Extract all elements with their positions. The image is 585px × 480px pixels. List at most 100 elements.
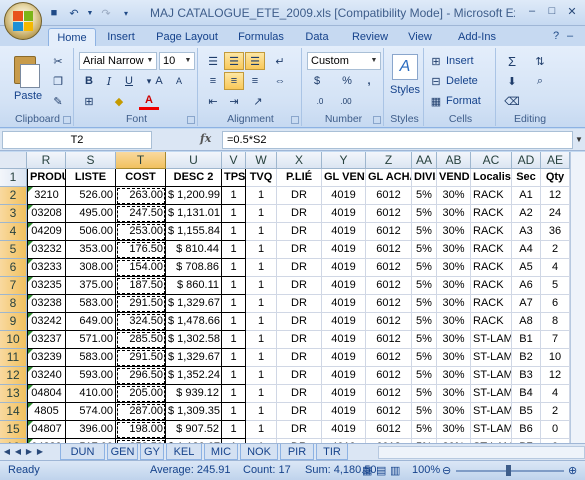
row-header[interactable]: 12 <box>0 367 27 385</box>
table-cell[interactable]: DR <box>277 403 322 421</box>
sheet-tab-mic[interactable]: MIC <box>204 444 238 460</box>
table-cell[interactable]: 324.50 <box>116 313 166 331</box>
table-cell[interactable]: 1 <box>246 385 277 403</box>
table-cell[interactable]: ST-LAME <box>471 385 512 403</box>
table-cell[interactable]: DR <box>277 295 322 313</box>
column-header-y[interactable]: Y <box>322 152 366 169</box>
table-cell[interactable]: 24 <box>541 205 570 223</box>
table-cell[interactable]: 308.00 <box>66 259 116 277</box>
row-header[interactable]: 1 <box>0 169 27 187</box>
increase-decimal-icon[interactable]: .0 <box>310 92 330 110</box>
table-cell[interactable]: 1 <box>222 277 246 295</box>
table-cell[interactable]: 291.50 <box>116 295 166 313</box>
table-cell[interactable]: 30% <box>437 241 471 259</box>
table-cell[interactable]: 4805 <box>27 403 66 421</box>
zoom-out-icon[interactable]: ⊖ <box>442 464 451 477</box>
table-cell[interactable]: ST-LAME <box>471 349 512 367</box>
zoom-level[interactable]: 100% <box>412 464 440 476</box>
column-header-r[interactable]: R <box>27 152 66 169</box>
table-cell[interactable]: $ 1,302.58 <box>166 331 222 349</box>
table-cell[interactable]: 12 <box>541 187 570 205</box>
currency-button[interactable]: $ <box>307 72 327 90</box>
row-header[interactable]: 6 <box>0 259 27 277</box>
table-cell[interactable]: 03233 <box>27 259 66 277</box>
table-cell[interactable]: 4019 <box>322 421 366 439</box>
column-header-ae[interactable]: AE <box>541 152 570 169</box>
table-cell[interactable]: B1 <box>512 331 541 349</box>
column-title-cell[interactable]: TPS <box>222 169 246 187</box>
save-icon[interactable]: ■ <box>46 5 62 21</box>
sheet-tab-pir[interactable]: PIR <box>280 444 314 460</box>
table-cell[interactable]: 5% <box>412 259 437 277</box>
table-cell[interactable]: DR <box>277 277 322 295</box>
table-cell[interactable]: 8 <box>541 313 570 331</box>
table-cell[interactable]: 5% <box>412 205 437 223</box>
table-cell[interactable]: 36 <box>541 223 570 241</box>
font-size-combo[interactable]: 10 ▼ <box>159 52 195 70</box>
column-title-cell[interactable]: PRODUI <box>27 169 66 187</box>
tab-add-ins[interactable]: Add-Ins <box>450 28 504 46</box>
table-cell[interactable]: 1 <box>246 277 277 295</box>
table-cell[interactable]: 1 <box>222 295 246 313</box>
column-title-cell[interactable]: P.LIÉ <box>277 169 322 187</box>
page-break-view-icon[interactable]: ▥ <box>390 464 400 477</box>
table-cell[interactable]: 03242 <box>27 313 66 331</box>
styles-button-label[interactable]: Styles <box>390 84 420 96</box>
table-cell[interactable]: A5 <box>512 259 541 277</box>
table-cell[interactable]: 6012 <box>366 295 412 313</box>
column-header-ab[interactable]: AB <box>437 152 471 169</box>
table-cell[interactable]: $ 907.52 <box>166 421 222 439</box>
last-sheet-icon[interactable]: ▶ <box>35 445 45 459</box>
table-cell[interactable]: 30% <box>437 313 471 331</box>
zoom-slider-thumb[interactable] <box>506 465 511 476</box>
table-cell[interactable]: ST-LAME <box>471 421 512 439</box>
table-cell[interactable]: 1 <box>246 367 277 385</box>
table-cell[interactable]: 04804 <box>27 385 66 403</box>
table-cell[interactable]: 30% <box>437 259 471 277</box>
comma-button[interactable]: , <box>359 72 379 90</box>
table-cell[interactable]: 0 <box>541 421 570 439</box>
table-cell[interactable]: 03208 <box>27 205 66 223</box>
table-cell[interactable]: 30% <box>437 367 471 385</box>
table-cell[interactable]: DR <box>277 187 322 205</box>
font-name-combo[interactable]: Arial Narrow ▼ <box>79 52 157 70</box>
table-cell[interactable]: 5 <box>541 277 570 295</box>
table-cell[interactable]: 1 <box>222 205 246 223</box>
column-title-cell[interactable]: TVQ <box>246 169 277 187</box>
table-cell[interactable]: ST-LAME <box>471 367 512 385</box>
table-cell[interactable]: RACK <box>471 313 512 331</box>
align-center-icon[interactable]: ≡ <box>224 72 244 90</box>
table-cell[interactable]: B4 <box>512 385 541 403</box>
table-cell[interactable]: 10 <box>541 349 570 367</box>
next-sheet-icon[interactable]: ▶ <box>24 445 34 459</box>
column-title-cell[interactable]: DIVIS <box>412 169 437 187</box>
font-color-icon[interactable]: A <box>139 92 159 110</box>
table-cell[interactable]: 4019 <box>322 187 366 205</box>
table-cell[interactable]: A1 <box>512 187 541 205</box>
table-cell[interactable]: 30% <box>437 421 471 439</box>
table-cell[interactable]: 526.00 <box>66 187 116 205</box>
table-cell[interactable]: 6012 <box>366 331 412 349</box>
table-cell[interactable]: 353.00 <box>66 241 116 259</box>
table-cell[interactable]: 03239 <box>27 349 66 367</box>
table-cell[interactable]: $ 1,131.01 <box>166 205 222 223</box>
table-cell[interactable]: A2 <box>512 205 541 223</box>
table-cell[interactable]: 1 <box>222 385 246 403</box>
fill-color-icon[interactable]: ◆ <box>109 92 129 110</box>
table-cell[interactable]: 6012 <box>366 277 412 295</box>
table-cell[interactable]: 291.50 <box>116 349 166 367</box>
table-cell[interactable]: $ 939.12 <box>166 385 222 403</box>
table-cell[interactable]: 30% <box>437 331 471 349</box>
table-cell[interactable]: 1 <box>222 187 246 205</box>
table-cell[interactable]: B2 <box>512 349 541 367</box>
table-cell[interactable]: 30% <box>437 403 471 421</box>
table-cell[interactable]: DR <box>277 223 322 241</box>
autosum-icon[interactable]: Σ <box>502 52 522 70</box>
table-cell[interactable]: $ 1,309.35 <box>166 403 222 421</box>
table-cell[interactable]: RACK <box>471 187 512 205</box>
table-cell[interactable]: 6012 <box>366 187 412 205</box>
table-cell[interactable]: 574.00 <box>66 403 116 421</box>
table-cell[interactable]: 4019 <box>322 223 366 241</box>
tab-home[interactable]: Home <box>48 28 96 46</box>
table-cell[interactable]: 1 <box>222 421 246 439</box>
